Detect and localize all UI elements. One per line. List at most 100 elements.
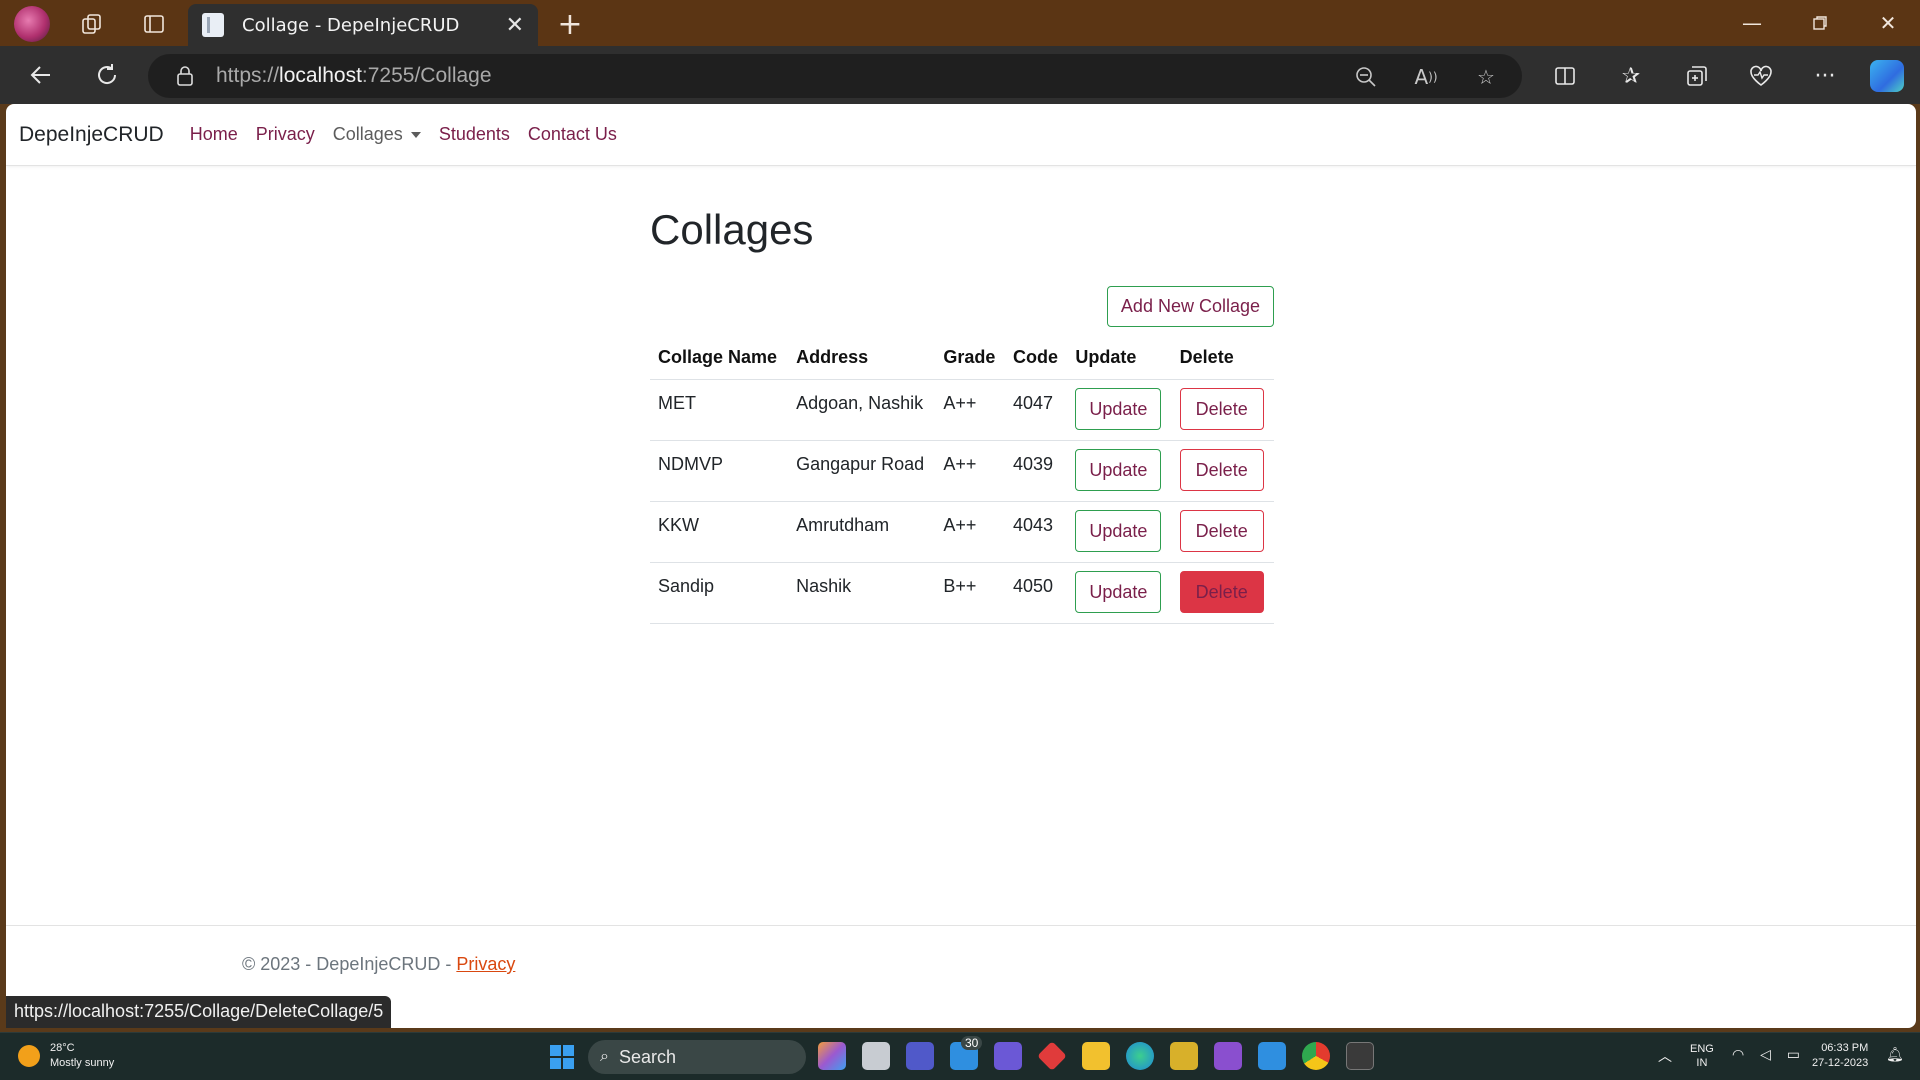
- read-aloud-icon[interactable]: A)): [1412, 63, 1440, 91]
- close-tab-icon[interactable]: ✕: [506, 13, 524, 38]
- file-explorer-icon[interactable]: [1082, 1042, 1110, 1070]
- weather-widget[interactable]: 28°C Mostly sunny: [18, 1041, 114, 1071]
- more-options-icon[interactable]: ···: [1808, 59, 1842, 93]
- app-diamond-icon[interactable]: [1037, 1041, 1067, 1071]
- terminal-icon[interactable]: [1346, 1042, 1374, 1070]
- nav-link-students[interactable]: Students: [439, 124, 510, 145]
- cell-address: Gangapur Road: [788, 440, 936, 502]
- browser-essentials-icon[interactable]: [1744, 59, 1778, 93]
- vertical-tabs-icon[interactable]: [136, 6, 172, 42]
- copilot-icon[interactable]: [1870, 60, 1904, 92]
- cell-delete: Delete: [1171, 562, 1274, 624]
- zoom-out-icon[interactable]: [1352, 63, 1380, 91]
- cell-code: 4043: [1004, 501, 1068, 563]
- url-text[interactable]: https://localhost:7255/Collage: [216, 64, 492, 88]
- visual-studio-icon[interactable]: [1214, 1042, 1242, 1070]
- nav-links: Home Privacy Collages Students Contact U…: [190, 124, 635, 145]
- page-title: Collages: [650, 206, 814, 253]
- delete-button[interactable]: Delete: [1179, 510, 1264, 552]
- cell-code: 4047: [1004, 379, 1068, 441]
- cell-grade: B++: [935, 562, 1005, 624]
- nav-link-contact[interactable]: Contact Us: [528, 124, 617, 145]
- cell-address: Adgoan, Nashik: [788, 379, 936, 441]
- cell-update: Update: [1067, 379, 1172, 441]
- site-brand[interactable]: DepeInjeCRUD: [19, 123, 164, 147]
- file-app-icon[interactable]: [862, 1042, 890, 1070]
- address-bar[interactable]: https://localhost:7255/Collage A)) ☆: [148, 54, 1522, 98]
- profile-avatar[interactable]: [14, 6, 50, 42]
- browser-tab[interactable]: Collage - DepeInjeCRUD ✕: [188, 4, 538, 46]
- update-button[interactable]: Update: [1075, 510, 1162, 552]
- taskbar-search[interactable]: ⌕ Search: [588, 1040, 806, 1074]
- delete-button[interactable]: Delete: [1179, 388, 1264, 430]
- taskbar-search-label: Search: [618, 1046, 677, 1067]
- app-tools-icon[interactable]: [1170, 1042, 1198, 1070]
- workspaces-icon[interactable]: [74, 6, 110, 42]
- minimize-icon[interactable]: —: [1722, 4, 1782, 42]
- cell-update: Update: [1067, 562, 1172, 624]
- lock-icon[interactable]: [174, 65, 196, 87]
- split-screen-icon[interactable]: [1548, 59, 1582, 93]
- favorites-icon[interactable]: ✰: [1614, 59, 1648, 93]
- nav-dropdown-collages[interactable]: Collages: [333, 124, 421, 145]
- delete-button[interactable]: Delete: [1179, 449, 1264, 491]
- mail-badge: 30: [961, 1036, 983, 1050]
- table-row: NDMVP Gangapur Road A++ 4039 Update Dele…: [650, 440, 1274, 502]
- windows-start-icon[interactable]: [550, 1045, 574, 1069]
- language-line1: ENG: [1690, 1043, 1714, 1055]
- delete-button-hovered[interactable]: Delete: [1179, 571, 1264, 613]
- system-clock[interactable]: 06:33 PM 27-12-2023: [1812, 1041, 1868, 1071]
- cell-grade: A++: [935, 501, 1005, 563]
- copilot-app-icon[interactable]: [818, 1042, 846, 1070]
- browser-toolbar: https://localhost:7255/Collage A)) ☆ ✰ ·…: [0, 46, 1920, 104]
- cell-address: Amrutdham: [788, 501, 936, 563]
- column-header-name: Collage Name: [650, 335, 789, 380]
- update-button[interactable]: Update: [1075, 571, 1162, 613]
- new-tab-icon[interactable]: +: [552, 6, 588, 42]
- cell-update: Update: [1067, 501, 1172, 563]
- cell-name: MET: [650, 379, 789, 441]
- nav-link-privacy[interactable]: Privacy: [256, 124, 315, 145]
- restore-icon[interactable]: [1790, 4, 1850, 42]
- language-indicator[interactable]: ENG IN: [1690, 1042, 1714, 1070]
- clock-date: 27-12-2023: [1812, 1057, 1869, 1069]
- sun-icon: [18, 1045, 40, 1067]
- wifi-volume-battery-icon[interactable]: ◠ ◁ ▭: [1732, 1046, 1806, 1063]
- edge-icon[interactable]: [1126, 1042, 1154, 1070]
- cell-address: Nashik: [788, 562, 936, 624]
- search-icon: ⌕: [600, 1048, 609, 1065]
- update-button[interactable]: Update: [1075, 449, 1162, 491]
- footer-privacy-link[interactable]: Privacy: [456, 954, 515, 974]
- footer-text: © 2023 - DepeInjeCRUD - Privacy: [242, 954, 515, 975]
- add-new-collage-button[interactable]: Add New Collage: [1106, 286, 1274, 327]
- notification-bell-icon[interactable]: 🔔︎: [1886, 1046, 1904, 1063]
- favorite-star-icon[interactable]: ☆: [1472, 63, 1500, 91]
- language-line2: IN: [1696, 1057, 1708, 1069]
- cell-code: 4039: [1004, 440, 1068, 502]
- back-icon[interactable]: [22, 57, 60, 93]
- cell-delete: Delete: [1171, 440, 1274, 502]
- teams-icon[interactable]: [906, 1042, 934, 1070]
- weather-temperature: 28°C: [50, 1042, 75, 1054]
- power-automate-icon[interactable]: [994, 1042, 1022, 1070]
- vscode-icon[interactable]: [1258, 1042, 1286, 1070]
- refresh-icon[interactable]: [88, 57, 126, 93]
- column-header-code: Code: [1004, 335, 1068, 380]
- chrome-icon[interactable]: [1302, 1042, 1330, 1070]
- link-status-bar: https://localhost:7255/Collage/DeleteCol…: [6, 996, 392, 1028]
- collections-icon[interactable]: [1680, 59, 1714, 93]
- collages-table: Collage Name Address Grade Code Update D…: [650, 335, 1274, 624]
- column-header-update: Update: [1067, 335, 1172, 380]
- nav-link-home[interactable]: Home: [190, 124, 238, 145]
- close-window-icon[interactable]: ✕: [1858, 4, 1918, 42]
- table-row: KKW Amrutdham A++ 4043 Update Delete: [650, 501, 1274, 563]
- add-button-wrap: Add New Collage: [650, 286, 1274, 327]
- windows-taskbar: 28°C Mostly sunny ⌕ Search: [0, 1032, 1920, 1080]
- cell-code: 4050: [1004, 562, 1068, 624]
- page-viewport: DepeInjeCRUD Home Privacy Collages Stude…: [6, 104, 1916, 1028]
- page-favicon-icon: [202, 13, 224, 37]
- cell-name: Sandip: [650, 562, 789, 624]
- show-hidden-icons-icon[interactable]: ︿: [1658, 1046, 1672, 1066]
- update-button[interactable]: Update: [1075, 388, 1162, 430]
- site-navbar: DepeInjeCRUD Home Privacy Collages Stude…: [6, 104, 1916, 166]
